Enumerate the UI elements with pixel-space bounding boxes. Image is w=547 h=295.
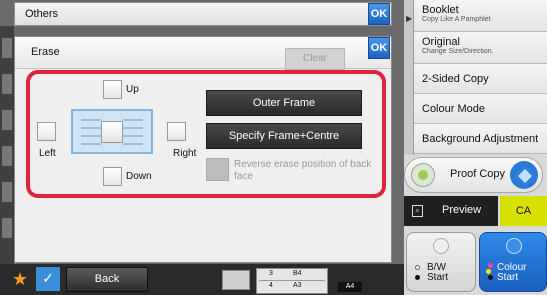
tray-number: 3	[269, 270, 273, 277]
back-button[interactable]: Back	[66, 267, 148, 292]
tray-size: B4	[293, 270, 302, 277]
tray-size: A3	[293, 282, 302, 289]
start-icon	[506, 238, 522, 254]
side-tab[interactable]	[2, 218, 12, 238]
selected-tray-badge: A4	[338, 282, 362, 292]
right-checkbox[interactable]	[167, 122, 186, 141]
up-label: Up	[126, 84, 139, 95]
colour-start-label: Colour Start	[497, 263, 526, 283]
side-tab[interactable]	[2, 110, 12, 130]
two-sided-copy-item[interactable]: 2-Sided Copy	[414, 64, 547, 94]
colour-mode-label: Colour Mode	[422, 103, 485, 115]
chevron-down-icon[interactable]: ✓	[36, 267, 60, 291]
erase-title: Erase	[31, 46, 60, 58]
others-header: Others	[14, 2, 392, 26]
start-icon	[433, 238, 449, 254]
original-title: Original	[422, 36, 460, 48]
original-item[interactable]: Original Change Size/Direction.	[414, 32, 547, 64]
proof-copy-button[interactable]: Proof Copy	[404, 157, 543, 193]
bw-label-line2: Start	[427, 272, 449, 283]
proof-copy-label: Proof Copy	[450, 168, 506, 180]
two-sided-copy-label: 2-Sided Copy	[422, 73, 489, 85]
dot-icon	[486, 269, 491, 274]
proof-green-icon	[411, 163, 435, 187]
star-icon[interactable]: ★	[12, 268, 28, 290]
colour-label-line2: Start	[497, 272, 519, 283]
reverse-erase-label: Reverse erase position of back face	[234, 159, 372, 182]
left-checkbox[interactable]	[37, 122, 56, 141]
down-label: Down	[126, 171, 152, 182]
magnifier-icon: ⌕	[412, 205, 423, 217]
erase-ok-button[interactable]: OK	[368, 37, 390, 59]
clear-button[interactable]: Clear	[285, 48, 345, 70]
others-ok-button[interactable]: OK	[368, 3, 390, 25]
bw-start-button[interactable]: B/W Start	[406, 232, 476, 292]
up-checkbox[interactable]	[103, 80, 122, 99]
side-tab[interactable]	[2, 182, 12, 202]
side-tab[interactable]	[2, 74, 12, 94]
left-side-tabs	[0, 26, 14, 264]
side-tab[interactable]	[2, 146, 12, 166]
machine-icon	[222, 270, 250, 290]
dot-icon	[488, 263, 493, 268]
background-adjustment-label: Background Adjustment	[422, 133, 539, 145]
colour-mode-item[interactable]: Colour Mode	[414, 94, 547, 124]
booklet-subtitle: Copy Like A Pamphlet	[422, 16, 491, 23]
colour-start-button[interactable]: Colour Start	[479, 232, 547, 292]
preview-button[interactable]: ⌕ Preview	[404, 196, 498, 226]
booklet-item[interactable]: Booklet Copy Like A Pamphlet	[414, 0, 547, 32]
original-subtitle: Change Size/Direction.	[422, 48, 494, 55]
bw-start-label: B/W Start	[427, 263, 448, 283]
right-label: Right	[173, 148, 197, 159]
down-checkbox[interactable]	[103, 167, 122, 186]
others-title: Others	[25, 8, 59, 20]
erase-header: Erase Clear	[15, 37, 391, 70]
dot-icon	[488, 275, 493, 280]
booklet-title: Booklet	[422, 4, 459, 16]
paper-tray-status[interactable]: 3 B4 4 A3	[256, 268, 328, 294]
preview-label: Preview	[442, 204, 482, 216]
arrow-right-icon: ▶	[406, 14, 413, 23]
tray-number: 4	[269, 282, 273, 289]
panel-handle[interactable]: ▶	[404, 0, 414, 155]
specify-frame-centre-button[interactable]: Specify Frame+Centre	[206, 123, 362, 149]
centre-checkbox[interactable]	[101, 121, 123, 143]
dot-icon	[415, 265, 420, 270]
background-adjustment-item[interactable]: Background Adjustment	[414, 124, 547, 154]
dot-icon	[415, 275, 420, 280]
reverse-erase-checkbox[interactable]	[206, 158, 229, 181]
left-label: Left	[39, 148, 56, 159]
side-tab[interactable]	[2, 38, 12, 58]
proof-start-icon	[510, 161, 538, 189]
copier-screen: Others OK Erase Clear OK Up Left Right D…	[0, 0, 547, 295]
clear-all-button[interactable]: CA	[500, 196, 547, 226]
outer-frame-button[interactable]: Outer Frame	[206, 90, 362, 116]
